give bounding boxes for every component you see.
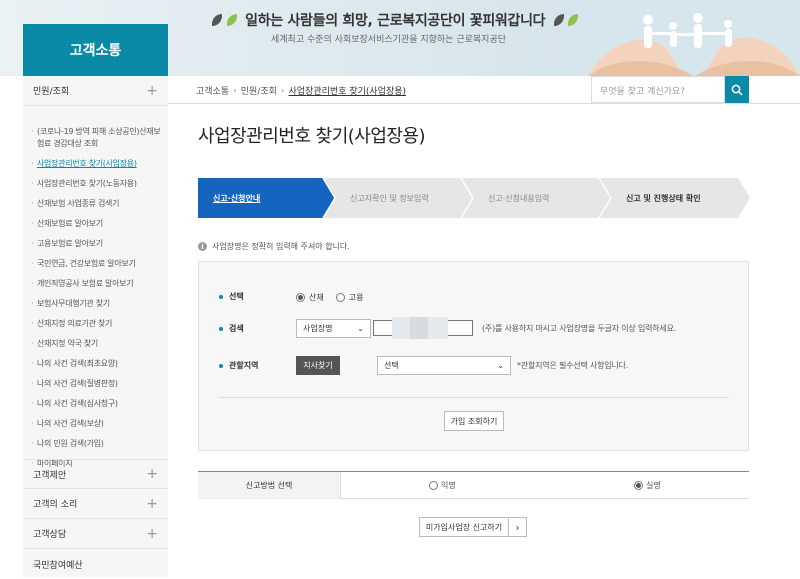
- hands-family-image: [588, 0, 800, 76]
- plus-icon: +: [146, 525, 158, 542]
- sidebar-subitem[interactable]: 산재지정 약국 찾기: [23, 334, 168, 354]
- label-select: 선택: [219, 291, 244, 302]
- sidebar-item-consult[interactable]: 고객상담 +: [23, 519, 168, 549]
- sidebar-subitem[interactable]: 나의 민원 검색(가입): [23, 434, 168, 454]
- sidebar-subitem[interactable]: 나의 사건 검색(심사청구): [23, 394, 168, 414]
- plus-icon: +: [146, 466, 158, 482]
- search-hint: (주)를 사용하지 마시고 사업장명을 두글자 이상 입력하세요.: [482, 324, 677, 333]
- leaf-icon: [212, 14, 222, 26]
- region-hint: *관할지역은 필수선택 사항입니다.: [517, 361, 629, 370]
- sidebar-subitem[interactable]: 나의 사건 검색(보상): [23, 414, 168, 434]
- breadcrumb-current[interactable]: 사업장관리번호 찾기(사업장용): [289, 84, 407, 97]
- sidebar-subitem[interactable]: 고용보험료 알아보기: [23, 234, 168, 254]
- report-arrow-button[interactable]: ›: [509, 517, 527, 537]
- breadcrumb-section[interactable]: 민원/조회: [241, 84, 277, 97]
- sidebar-subitem[interactable]: (코로나-19 방역 피해 소상공인)산재보험료 경감대상 조회: [23, 122, 168, 154]
- search-icon: [731, 84, 743, 96]
- sidebar-subitem[interactable]: 산재보험 사업종류 검색기: [23, 194, 168, 214]
- sidebar-item-budget[interactable]: 국민참여예산: [23, 549, 168, 579]
- report-method: 신고방법 선택 익명 실명: [198, 471, 749, 499]
- banner-title: 일하는 사람들의 희망, 근로복지공단이 꽃피워갑니다: [212, 10, 579, 30]
- leaf-icon: [553, 14, 564, 26]
- breadcrumb: 고객소통 › 민원/조회 › 사업장관리번호 찾기(사업장용): [196, 84, 407, 98]
- sidebar-subitem[interactable]: 산재보험료 알아보기: [23, 214, 168, 234]
- sidebar-sublist: (코로나-19 방역 피해 소상공인)산재보험료 경감대상 조회 사업장관리번호…: [23, 122, 168, 474]
- sidebar-subitem[interactable]: 산재지정 의료기관 찾기: [23, 314, 168, 334]
- sidebar-subitem[interactable]: 개인직영공사 보험료 알아보기: [23, 274, 168, 294]
- lookup-button[interactable]: 가입 조회하기: [444, 411, 504, 431]
- breadcrumb-bar: 고객소통 › 민원/조회 › 사업장관리번호 찾기(사업장용) 무엇을 찾고 계…: [168, 76, 800, 104]
- radio-industrial[interactable]: [296, 293, 305, 302]
- radio-realname[interactable]: [634, 481, 643, 490]
- breadcrumb-home[interactable]: 고객소통: [196, 84, 229, 97]
- business-name-input[interactable]: [373, 317, 473, 339]
- page-title: 사업장관리번호 찾기(사업장용): [198, 126, 426, 147]
- sidebar-subitem[interactable]: 나의 사건 검색(질병판정): [23, 374, 168, 394]
- sidebar-item-complaints[interactable]: 민원/조회 +: [23, 76, 168, 106]
- search-type-select[interactable]: 사업장명 ⌄: [296, 319, 371, 338]
- banner-subtitle: 세계최고 수준의 사회보장서비스기관을 지향하는 근로복지공단: [271, 35, 507, 45]
- search-input[interactable]: 무엇을 찾고 계신가요?: [591, 76, 725, 103]
- sidebar-item-voice[interactable]: 고객의 소리 +: [23, 489, 168, 519]
- step-4: 신고 및 진행상태 확인: [626, 193, 701, 203]
- chevron-right-icon: ›: [515, 520, 520, 534]
- leaf-icon: [226, 14, 237, 26]
- method-anonymous[interactable]: 익명: [429, 480, 456, 491]
- info-icon: i: [198, 242, 207, 251]
- chevron-down-icon: ⌄: [357, 324, 364, 333]
- sidebar-heading: 고객소통: [23, 24, 168, 76]
- search-form: 선택 산재 고용 검색 사업장명 ⌄ (주)를 사용하지 마시고 사업장명을 두…: [198, 261, 749, 451]
- sidebar-subitem[interactable]: 나의 사건 검색(최초요양): [23, 354, 168, 374]
- notice: i 사업장명은 정확히 입력해 주셔야 합니다.: [198, 241, 350, 252]
- chevron-down-icon: ⌄: [497, 361, 504, 370]
- sidebar-subitem-active[interactable]: 사업장관리번호 찾기(사업장용): [23, 154, 168, 174]
- step-3: 신고·신청내용입력: [488, 193, 550, 203]
- chevron-right-icon: ›: [233, 85, 237, 96]
- step-1: 신고·신청안내: [213, 193, 261, 203]
- method-realname[interactable]: 실명: [634, 480, 661, 491]
- form-divider: [219, 397, 729, 398]
- leaf-icon: [568, 14, 579, 26]
- step-progress: 신고·신청안내 신고자확인 및 정보입력 신고·신청내용입력 신고 및 진행상태…: [198, 178, 750, 218]
- plus-icon: +: [146, 495, 158, 512]
- radio-anonymous[interactable]: [429, 481, 438, 490]
- region-select[interactable]: 선택 ⌄: [377, 356, 511, 375]
- radio-employment[interactable]: [335, 293, 345, 302]
- search-button[interactable]: [725, 76, 749, 103]
- insurance-type-radios: 산재 고용: [296, 292, 363, 303]
- sidebar-subitem[interactable]: 국민연금, 건강보험료 알아보기: [23, 254, 168, 274]
- plus-icon: +: [146, 82, 158, 99]
- sidebar-subitem[interactable]: 보험사무대행기관 찾기: [23, 294, 168, 314]
- label-search: 검색: [219, 323, 244, 334]
- sidebar-subitem[interactable]: 사업장관리번호 찾기(노동자용): [23, 174, 168, 194]
- method-label: 신고방법 선택: [198, 472, 341, 499]
- label-region: 관할지역: [219, 360, 258, 371]
- step-2: 신고자확인 및 정보입력: [350, 193, 429, 203]
- sidebar: 민원/조회 + (코로나-19 방역 피해 소상공인)산재보험료 경감대상 조회…: [23, 76, 168, 577]
- find-branch-button[interactable]: 지사찾기: [296, 356, 340, 375]
- report-unregistered-button[interactable]: 미가입사업장 신고하기: [419, 517, 509, 537]
- chevron-right-icon: ›: [280, 85, 285, 96]
- sidebar-item-suggestion[interactable]: 고객제안 +: [23, 459, 168, 489]
